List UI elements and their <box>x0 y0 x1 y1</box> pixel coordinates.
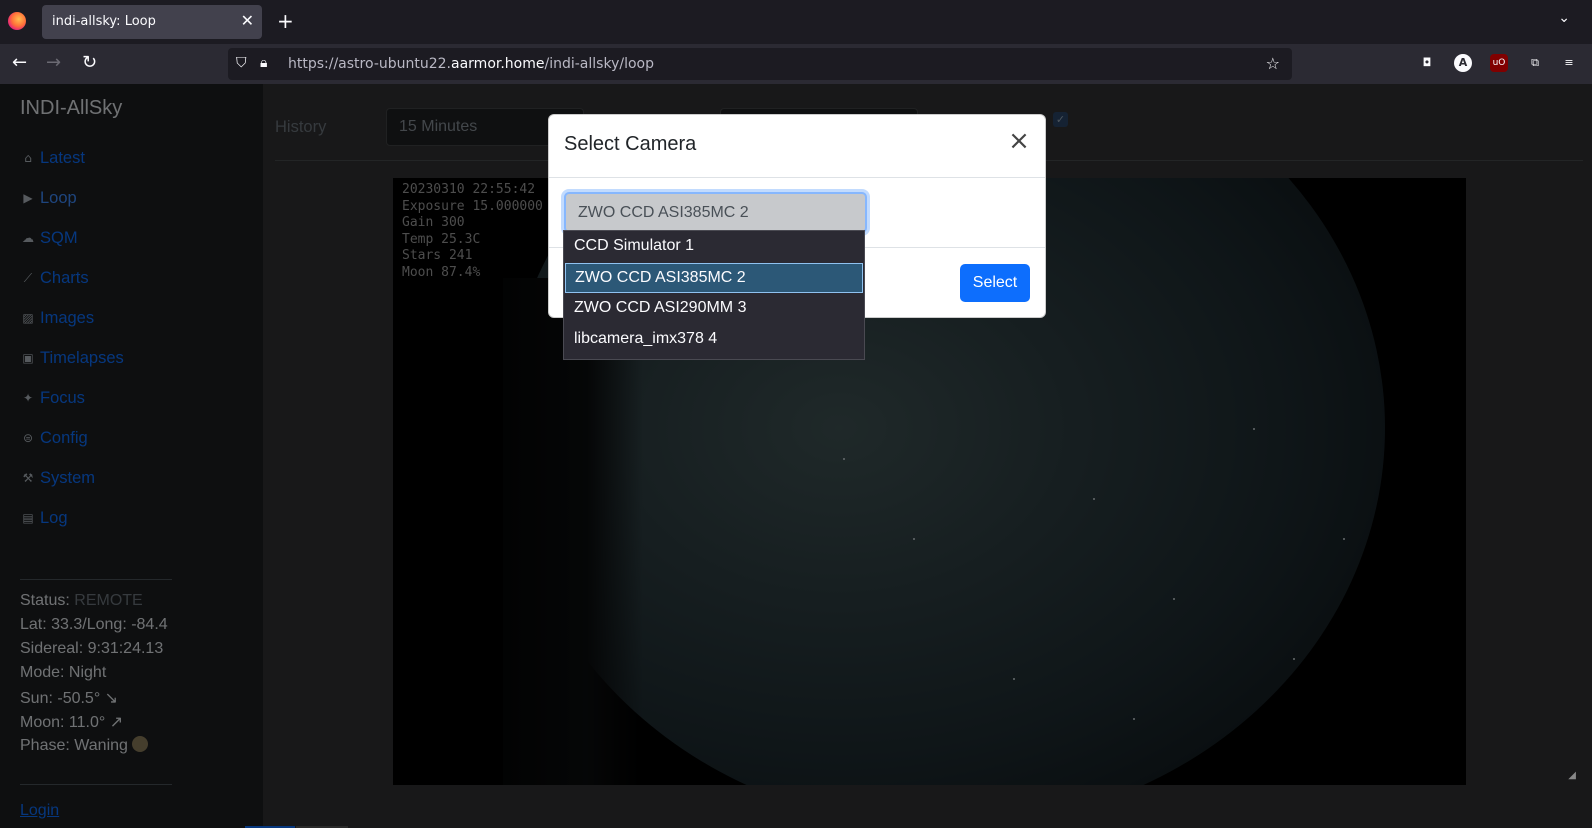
url-text: https://astro-ubuntu22.aarmor.home/indi-… <box>288 56 654 72</box>
new-tab-button[interactable]: + <box>277 9 294 33</box>
url-prefix: https://astro-ubuntu22. <box>288 56 452 72</box>
camera-option[interactable]: ZWO CCD ASI290MM 3 <box>565 294 863 324</box>
modal-header-divider <box>549 177 1045 178</box>
forward-arrow-icon[interactable]: → <box>46 52 61 73</box>
tab-close-icon[interactable]: ✕ <box>241 11 254 30</box>
resize-handle-icon[interactable]: ◢ <box>1568 770 1576 781</box>
camera-option-highlighted[interactable]: ZWO CCD ASI385MC 2 <box>565 263 863 293</box>
shield-icon[interactable]: ⛉ <box>236 55 247 71</box>
url-bar[interactable]: ⛉ 🔒︎ https://astro-ubuntu22.aarmor.home/… <box>228 48 1292 80</box>
bookmark-star-icon[interactable]: ☆ <box>1266 54 1280 73</box>
browser-tab[interactable]: indi-allsky: Loop ✕ <box>42 5 262 39</box>
back-arrow-icon[interactable]: ← <box>12 52 27 73</box>
camera-option[interactable]: libcamera_imx378 4 <box>565 325 863 355</box>
modal-title: Select Camera <box>564 133 697 155</box>
ublock-icon[interactable]: uO <box>1490 54 1508 72</box>
url-path: /indi-allsky/loop <box>544 56 654 72</box>
reload-icon[interactable]: ↻ <box>82 52 97 73</box>
tab-list-chevron-icon[interactable]: ⌄ <box>1558 10 1570 26</box>
pocket-icon[interactable]: ◘ <box>1418 54 1436 72</box>
camera-dropdown-list: CCD Simulator 1 ZWO CCD ASI385MC 2 ZWO C… <box>563 230 865 360</box>
tab-title: indi-allsky: Loop <box>52 14 156 29</box>
firefox-logo-icon <box>8 12 26 30</box>
account-icon[interactable]: A <box>1454 54 1472 72</box>
extensions-icon[interactable]: ⧉ <box>1526 54 1544 72</box>
camera-select[interactable]: ZWO CCD ASI385MC 2 <box>564 192 867 233</box>
lock-icon[interactable]: 🔒︎ <box>260 55 267 71</box>
browser-nav-bar: ← → ↻ ⛉ 🔒︎ https://astro-ubuntu22.aarmor… <box>0 44 1592 84</box>
browser-tab-bar: indi-allsky: Loop ✕ + ⌄ <box>0 0 1592 44</box>
url-domain: aarmor.home <box>451 56 545 72</box>
menu-icon[interactable]: ≡ <box>1560 54 1578 72</box>
select-button[interactable]: Select <box>960 264 1030 302</box>
close-icon[interactable]: × <box>1005 127 1033 155</box>
camera-option[interactable]: CCD Simulator 1 <box>565 232 863 262</box>
